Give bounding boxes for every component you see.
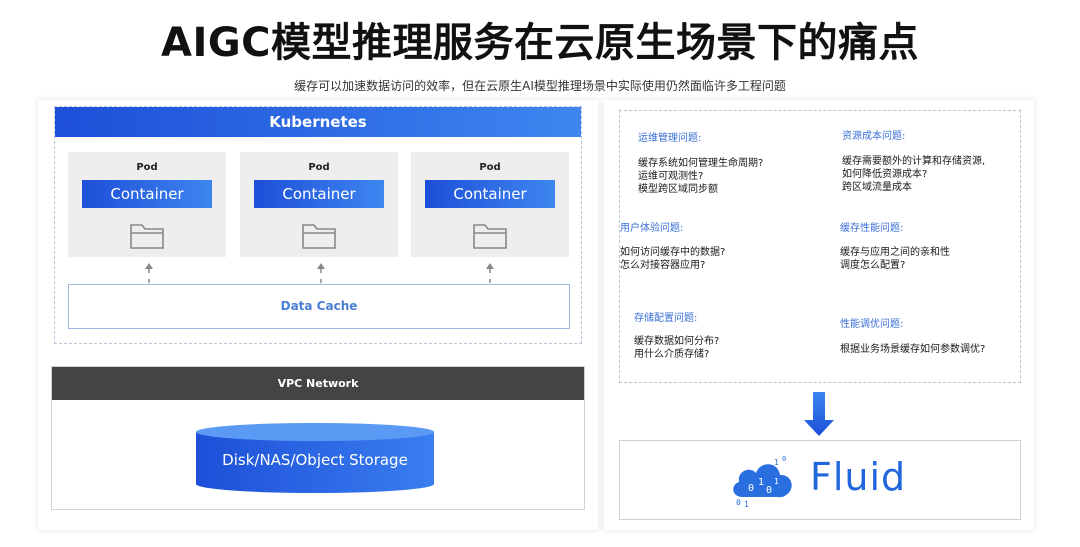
fluid-logo-box: 0 1 0 1 0 1 1 0 Fluid — [619, 440, 1021, 520]
folder-icon — [302, 224, 336, 249]
svg-text:0: 0 — [782, 455, 786, 463]
container-block: Container — [425, 180, 555, 208]
svg-text:0: 0 — [766, 485, 772, 496]
issue-line: 模型跨区域同步额 — [638, 184, 718, 195]
svg-text:1: 1 — [758, 477, 764, 488]
pod-label: Pod — [308, 162, 330, 173]
issues-container: 运维管理问题: 缓存系统如何管理生命周期? 运维可观测性? 模型跨区域同步额 资… — [619, 110, 1021, 383]
pod-label: Pod — [136, 162, 158, 173]
container-block: Container — [254, 180, 384, 208]
issue-title: 资源成本问题: — [842, 131, 906, 142]
vpc-network-header: VPC Network — [52, 367, 584, 400]
issue-line: 缓存系统如何管理生命周期? — [638, 158, 764, 169]
issue-line: 用什么介质存储? — [634, 349, 710, 360]
fluid-logo-text: Fluid — [810, 455, 907, 499]
issue-title: 用户体验问题: — [620, 223, 684, 234]
issue-body: 缓存需要额外的计算和存储资源, 如何降低资源成本? 跨区域流量成本 — [842, 155, 985, 194]
pod-label: Pod — [479, 162, 501, 173]
issue-line: 缓存需要额外的计算和存储资源, — [842, 156, 986, 167]
architecture-panel: Kubernetes Pod Container Pod Container P… — [38, 100, 598, 530]
page-subtitle: 缓存可以加速数据访问的效率，但在云原生AI模型推理场景中实际使用仍然面临许多工程… — [294, 79, 786, 93]
issue-body: 缓存数据如何分布? 用什么介质存储? — [634, 335, 719, 361]
svg-text:0: 0 — [748, 483, 754, 494]
pod-1: Pod Container — [68, 152, 226, 257]
issue-line: 跨区域流量成本 — [842, 182, 912, 193]
page-title: AIGC模型推理服务在云原生场景下的痛点 — [160, 20, 920, 66]
svg-text:1: 1 — [744, 500, 749, 509]
issue-line: 根据业务场景缓存如何参数调优? — [840, 344, 986, 355]
issue-body: 如何访问缓存中的数据? 怎么对接容器应用? — [620, 246, 725, 272]
issue-title: 缓存性能问题: — [840, 223, 904, 234]
container-block: Container — [82, 180, 212, 208]
fluid-cloud-logo-icon: 0 1 0 1 0 1 1 0 — [733, 455, 792, 509]
folder-icon — [130, 224, 164, 249]
svg-text:0: 0 — [736, 498, 741, 507]
issue-line: 如何降低资源成本? — [842, 169, 928, 180]
issue-line: 怎么对接容器应用? — [620, 260, 706, 271]
issue-line: 缓存与应用之间的亲和性 — [840, 247, 950, 258]
issue-title: 存储配置问题: — [634, 313, 698, 324]
kubernetes-header: Kubernetes — [55, 107, 581, 137]
issue-title: 运维管理问题: — [638, 133, 702, 144]
issue-line: 运维可观测性? — [638, 171, 704, 182]
vpc-network-block: VPC Network Disk/NAS/Object Storage — [51, 366, 585, 510]
data-cache-block: Data Cache — [68, 284, 570, 329]
svg-text:1: 1 — [774, 458, 779, 467]
arrow-down-icon — [804, 392, 834, 436]
pod-3: Pod Container — [411, 152, 569, 257]
kubernetes-cluster: Kubernetes Pod Container Pod Container P… — [54, 106, 582, 344]
svg-text:1: 1 — [774, 477, 779, 486]
pain-points-panel: 运维管理问题: 缓存系统如何管理生命周期? 运维可观测性? 模型跨区域同步额 资… — [604, 100, 1034, 530]
storage-label: Disk/NAS/Object Storage — [222, 451, 408, 469]
issue-body: 根据业务场景缓存如何参数调优? — [840, 343, 985, 356]
issue-line: 缓存数据如何分布? — [634, 336, 720, 347]
issue-body: 缓存系统如何管理生命周期? 运维可观测性? 模型跨区域同步额 — [638, 157, 763, 196]
issue-line: 如何访问缓存中的数据? — [620, 247, 726, 258]
issue-line: 调度怎么配置? — [840, 260, 906, 271]
folder-icon — [473, 224, 507, 249]
issue-body: 缓存与应用之间的亲和性 调度怎么配置? — [840, 246, 950, 272]
issue-title: 性能调优问题: — [840, 319, 904, 330]
pod-2: Pod Container — [240, 152, 398, 257]
